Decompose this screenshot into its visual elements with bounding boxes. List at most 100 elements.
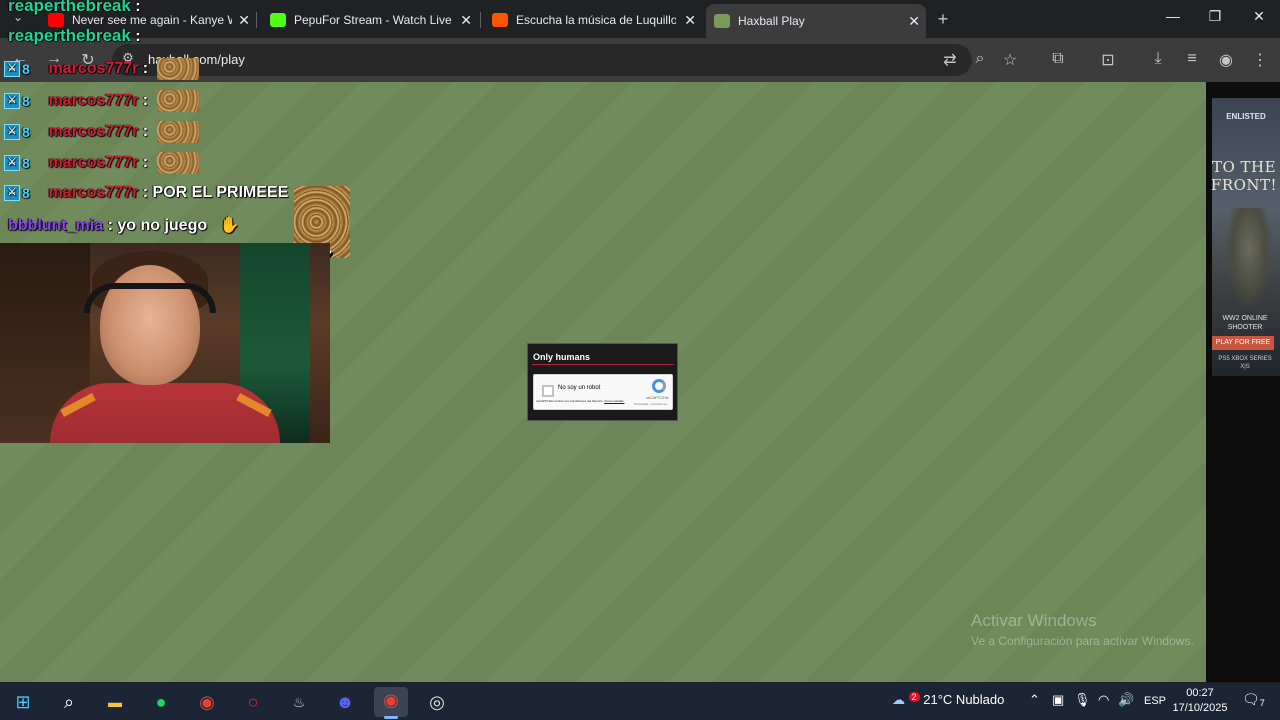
opera-icon[interactable]: ○ xyxy=(240,689,266,715)
moderator-badge-icon: ⚔ xyxy=(4,93,20,109)
language-indicator[interactable]: ESP xyxy=(1144,695,1166,707)
chrome-icon[interactable]: ◉ xyxy=(194,689,220,715)
chat-message: POR EL PRIMEEE xyxy=(152,184,289,201)
download-icon[interactable]: ⤓ xyxy=(1148,50,1168,68)
profile-avatar-icon[interactable]: ◉ xyxy=(1216,50,1236,70)
soundcloud-icon xyxy=(492,13,508,27)
recaptcha-legal-link[interactable]: Toma medidas. xyxy=(604,399,624,403)
chat-username: reaperthebreak xyxy=(8,0,131,15)
discord-icon[interactable]: ☻ xyxy=(332,689,358,715)
close-tab-icon[interactable]: ✕ xyxy=(238,12,250,29)
emote-image xyxy=(156,90,199,112)
close-tab-icon[interactable]: ✕ xyxy=(908,13,920,30)
bookmark-star-icon[interactable]: ☆ xyxy=(1000,50,1020,70)
captcha-dialog: Only humans No soy un robot reCAPTCHA Pr… xyxy=(527,343,678,421)
ad-soldier-image xyxy=(1226,208,1272,308)
translate-icon[interactable]: ⇄ xyxy=(940,50,960,70)
sub-badge-icon: 8 xyxy=(22,124,30,140)
tab-title: PepuFor Stream - Watch Live o xyxy=(294,13,454,27)
sub-badge-icon: 8 xyxy=(22,61,30,77)
moderator-badge-icon: ⚔ xyxy=(4,184,20,201)
active-app-indicator xyxy=(384,716,398,719)
recaptcha-widget: No soy un robot reCAPTCHA Privacidad - C… xyxy=(533,374,673,410)
chat-line: bbblunt_mia : yo no juego ✋ xyxy=(8,215,240,235)
tab-kick[interactable]: PepuFor Stream - Watch Live o ✕ xyxy=(262,6,478,34)
volume-icon[interactable]: 🔊 xyxy=(1118,692,1134,708)
chat-username: marcos777r xyxy=(48,60,139,78)
notification-center-icon[interactable]: 🗨7 xyxy=(1242,691,1265,708)
wifi-icon[interactable]: ◠ xyxy=(1098,692,1109,708)
screen: { "browser": { "tabs": [ {"title": "Neve… xyxy=(0,0,1280,720)
new-tab-icon[interactable]: + xyxy=(933,9,953,30)
media-control-icon[interactable]: ≡ xyxy=(1182,50,1202,68)
chat-separator: : xyxy=(135,0,141,15)
menu-kebab-icon[interactable]: ⋮ xyxy=(1250,50,1270,70)
search-icon[interactable]: ⌕ xyxy=(56,689,82,715)
windows-start-icon[interactable]: ⊞ xyxy=(10,689,36,715)
clock-time: 00:27 xyxy=(1186,687,1214,699)
chat-line: ⚔ 8 marcos777r : xyxy=(4,121,199,143)
close-tab-icon[interactable]: ✕ xyxy=(460,12,472,29)
tab-haxball[interactable]: Haxball Play ✕ xyxy=(706,4,926,38)
chat-separator: : xyxy=(142,60,149,78)
chat-line: ⚔ 8 marcos777r : xyxy=(4,152,199,174)
chat-username: bbblunt_mia xyxy=(8,217,104,234)
emote-image xyxy=(156,58,199,80)
emote-image xyxy=(156,152,199,174)
ad-subtitle: WW2 ONLINE SHOOTER xyxy=(1222,315,1268,331)
screenshot-icon[interactable]: ⊡ xyxy=(1098,50,1118,70)
emote-image xyxy=(156,121,199,143)
restore-icon[interactable]: ❐ xyxy=(1200,8,1230,25)
webcam-headphones xyxy=(84,283,216,313)
tab-soundcloud[interactable]: Escucha la música de Luquillov ✕ xyxy=(484,6,702,34)
chat-line: reaperthebreak : xyxy=(8,26,141,46)
chat-username: marcos777r xyxy=(48,123,139,141)
waving-hand-emoji-icon: ✋ xyxy=(219,217,240,234)
show-hidden-icons-icon[interactable]: ⌃ xyxy=(1029,692,1040,708)
close-tab-icon[interactable]: ✕ xyxy=(684,12,696,29)
spotify-icon[interactable]: ● xyxy=(148,689,174,715)
chat-username: marcos777r xyxy=(48,184,139,201)
chat-separator: : xyxy=(142,92,149,110)
chat-separator: : xyxy=(107,217,113,234)
recording-app-icon[interactable]: ◎ xyxy=(424,689,450,715)
zoom-icon[interactable]: ⌕ xyxy=(970,50,990,68)
recaptcha-logo-icon xyxy=(652,379,666,393)
steam-icon[interactable]: ♨ xyxy=(286,689,312,715)
extensions-icon[interactable]: ⧉ xyxy=(1048,50,1068,68)
captcha-divider xyxy=(532,364,674,365)
weather-widget[interactable]: ☁ 2 21°C Nublado xyxy=(892,692,1004,708)
captcha-title: Only humans xyxy=(533,352,591,362)
minimize-icon[interactable]: — xyxy=(1158,8,1188,24)
recaptcha-legal-text: reCAPTCHA cambió sus Condiciones del Ser… xyxy=(536,399,604,403)
chat-message: yo no juego xyxy=(117,217,208,234)
chat-separator: : xyxy=(142,123,149,141)
streamer-webcam xyxy=(0,243,330,443)
chat-separator: : xyxy=(142,154,149,172)
kick-icon xyxy=(270,13,286,27)
recaptcha-label: No soy un robot xyxy=(558,385,601,391)
microphone-icon[interactable]: 🎙 xyxy=(1074,692,1091,708)
recaptcha-checkbox[interactable] xyxy=(542,385,554,397)
chat-line: ⚔ 8 marcos777r : POR EL PRIMEEE xyxy=(4,184,288,202)
tab-title: Escucha la música de Luquillov xyxy=(516,13,676,27)
meet-now-icon[interactable]: ▣ xyxy=(1052,692,1064,708)
recaptcha-privacy-link[interactable]: Privacidad - Condiciones xyxy=(634,402,667,406)
file-explorer-icon[interactable]: ▬ xyxy=(102,689,128,715)
weather-badge: 2 xyxy=(908,692,920,702)
recaptcha-legal: reCAPTCHA cambió sus Condiciones del Ser… xyxy=(536,399,626,403)
chat-username: reaperthebreak xyxy=(8,26,131,45)
ad-cta-button[interactable]: PLAY FOR FREE xyxy=(1212,336,1274,350)
tab-divider xyxy=(256,12,257,28)
sub-badge-icon: 8 xyxy=(22,184,30,201)
tab-title: Haxball Play xyxy=(738,14,805,28)
activate-windows-title: Activar Windows xyxy=(971,611,1097,630)
chat-username: marcos777r xyxy=(48,154,139,172)
close-window-icon[interactable]: ✕ xyxy=(1244,8,1274,25)
clock[interactable]: 00:27 17/10/2025 xyxy=(1170,686,1230,716)
haxball-icon xyxy=(714,14,730,28)
webcam-shirt xyxy=(50,383,280,443)
ad-platforms: PS5 XBOX SERIES X|S xyxy=(1218,356,1272,370)
sub-badge-icon: 8 xyxy=(22,93,30,109)
chrome-active-icon[interactable]: ◉ xyxy=(374,687,408,717)
